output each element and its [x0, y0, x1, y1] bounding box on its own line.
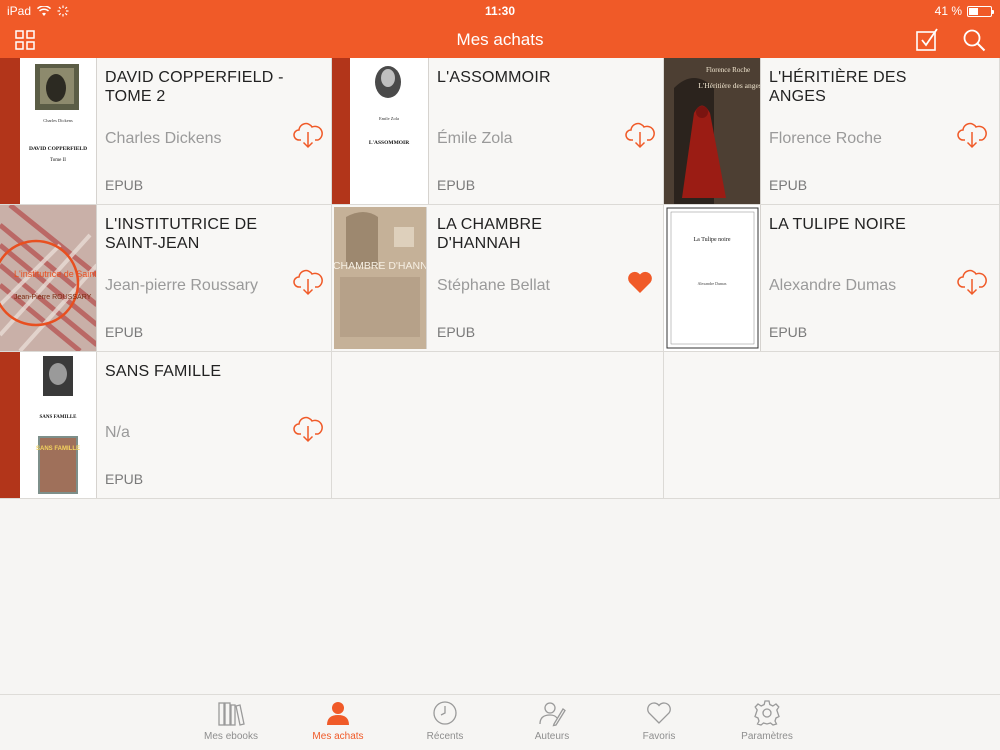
- book-format: EPUB: [105, 324, 144, 340]
- book-title: L'ASSOMMOIR: [437, 69, 551, 86]
- book-title: LA CHAMBRE D'HANNAH: [437, 216, 543, 252]
- cover-author: Alexandre Dumas: [698, 281, 727, 286]
- tab-label: Mes ebooks: [204, 731, 258, 742]
- cloud-download-icon[interactable]: [625, 120, 655, 150]
- book-author: Charles Dickens: [105, 130, 222, 147]
- book-card-heritiere-des-anges[interactable]: Florence Roche L'Héritière des anges L'H…: [664, 58, 1000, 205]
- cloud-download-icon[interactable]: [957, 120, 987, 150]
- cover-heading: SANS FAMILLE: [40, 415, 78, 420]
- book-cover: SANS FAMILLE SANS FAMILLE: [0, 352, 97, 498]
- book-title: SANS FAMILLE: [105, 363, 222, 380]
- clock-icon: [433, 701, 457, 725]
- authors-icon: [539, 702, 566, 727]
- cover-author: Charles Dickens: [43, 118, 73, 123]
- tab-favoris[interactable]: Favoris: [614, 699, 704, 747]
- tab-label: Récents: [426, 731, 464, 742]
- tab-label: Auteurs: [534, 731, 570, 742]
- book-card-chambre-hannah[interactable]: LA CHAMBRE D'HANNAH LA CHAMBRE D'HANNAH …: [332, 205, 664, 352]
- book-author: Stéphane Bellat: [437, 277, 550, 294]
- book-title: L'INSTITUTRICE DE SAINT-JEAN: [105, 216, 258, 252]
- tab-label: Mes achats: [312, 731, 364, 742]
- tab-mes-achats[interactable]: Mes achats: [293, 699, 383, 747]
- search-button[interactable]: [961, 27, 987, 53]
- empty-grid-cell: [664, 352, 1000, 499]
- cover-heading: L'Héritière des anges: [698, 81, 761, 90]
- book-cover: Florence Roche L'Héritière des anges: [664, 58, 761, 204]
- book-card-tulipe-noire[interactable]: La Tulipe noire Alexandre Dumas LA TULIP…: [664, 205, 1000, 352]
- bookshelf-icon: [218, 702, 245, 726]
- battery-fill: [969, 7, 978, 15]
- book-author: Émile Zola: [437, 130, 513, 147]
- book-card-sans-famille[interactable]: SANS FAMILLE SANS FAMILLE SANS FAMILLE N…: [0, 352, 332, 499]
- gear-icon: [754, 700, 780, 726]
- battery-percent: 41 %: [934, 4, 962, 18]
- book-format: EPUB: [769, 177, 808, 193]
- navigation-bar: Mes achats: [0, 22, 1000, 58]
- book-card-david-copperfield[interactable]: Charles Dickens DAVID COPPERFIELD Tome I…: [0, 58, 332, 205]
- page-title: Mes achats: [456, 30, 544, 49]
- book-format: EPUB: [105, 177, 144, 193]
- heart-outline-icon: [647, 702, 671, 724]
- tab-label: Paramètres: [741, 731, 793, 742]
- tab-recents[interactable]: Récents: [400, 699, 490, 747]
- tab-mes-ebooks[interactable]: Mes ebooks: [186, 699, 276, 747]
- cover-heading: LA CHAMBRE D'HANNAH: [334, 260, 427, 272]
- book-card-assommoir[interactable]: Emile Zola L'ASSOMMOIR L'ASSOMMOIR Émile…: [332, 58, 664, 205]
- book-title: DAVID COPPERFIELD - TOME 2: [105, 69, 284, 105]
- book-cover: LA CHAMBRE D'HANNAH: [334, 207, 427, 349]
- book-format: EPUB: [105, 471, 144, 487]
- select-button[interactable]: [914, 27, 940, 53]
- book-title: LA TULIPE NOIRE: [769, 216, 906, 233]
- tab-bar: Mes ebooks Mes achats Récents Auteurs Fa…: [0, 694, 1000, 750]
- cover-heading: L'institutrice de Saint-Jean: [14, 269, 97, 279]
- book-card-institutrice[interactable]: L'institutrice de Saint-Jean Jean-Pierre…: [0, 205, 332, 352]
- book-author: N/a: [105, 424, 130, 441]
- status-bar: iPad 11:30 41 %: [0, 0, 1000, 22]
- cloud-download-icon[interactable]: [293, 267, 323, 297]
- heart-icon[interactable]: [625, 267, 655, 297]
- tab-label: Favoris: [642, 731, 676, 742]
- book-cover: L'institutrice de Saint-Jean Jean-Pierre…: [0, 205, 97, 351]
- cloud-download-icon[interactable]: [293, 120, 323, 150]
- cloud-download-icon[interactable]: [293, 414, 323, 444]
- book-author: Jean-pierre Roussary: [105, 277, 258, 294]
- top-bar: iPad 11:30 41 % Mes achats: [0, 0, 1000, 58]
- person-icon: [327, 702, 349, 725]
- book-format: EPUB: [437, 177, 476, 193]
- status-time: 11:30: [484, 4, 516, 18]
- checkbox-select-icon: [916, 28, 938, 51]
- cover-heading: DAVID COPPERFIELD: [29, 146, 87, 152]
- cover-heading: La Tulipe noire: [694, 237, 731, 243]
- cover-author: Emile Zola: [379, 116, 399, 121]
- book-format: EPUB: [437, 324, 476, 340]
- empty-grid-cell: [332, 352, 664, 499]
- book-cover: Charles Dickens DAVID COPPERFIELD Tome I…: [0, 58, 97, 204]
- book-author: Alexandre Dumas: [769, 277, 897, 294]
- cover-art-text: SANS FAMILLE: [36, 446, 80, 452]
- tab-parametres[interactable]: Paramètres: [722, 699, 812, 747]
- cover-heading: L'ASSOMMOIR: [369, 140, 410, 146]
- search-icon: [963, 29, 986, 52]
- book-format: EPUB: [769, 324, 808, 340]
- cover-subheading: Tome II: [50, 158, 66, 163]
- battery-icon: [967, 5, 994, 17]
- books-grid: Charles Dickens DAVID COPPERFIELD Tome I…: [0, 58, 1000, 499]
- cover-author: Jean-Pierre ROUSSARY: [14, 294, 92, 301]
- cloud-download-icon[interactable]: [957, 267, 987, 297]
- tab-auteurs[interactable]: Auteurs: [507, 699, 597, 747]
- cover-author: Florence Roche: [706, 66, 750, 74]
- book-cover: Emile Zola L'ASSOMMOIR: [332, 58, 429, 204]
- book-cover: La Tulipe noire Alexandre Dumas: [664, 205, 761, 351]
- book-title: L'HÉRITIÈRE DES ANGES: [769, 69, 907, 105]
- book-author: Florence Roche: [769, 130, 882, 147]
